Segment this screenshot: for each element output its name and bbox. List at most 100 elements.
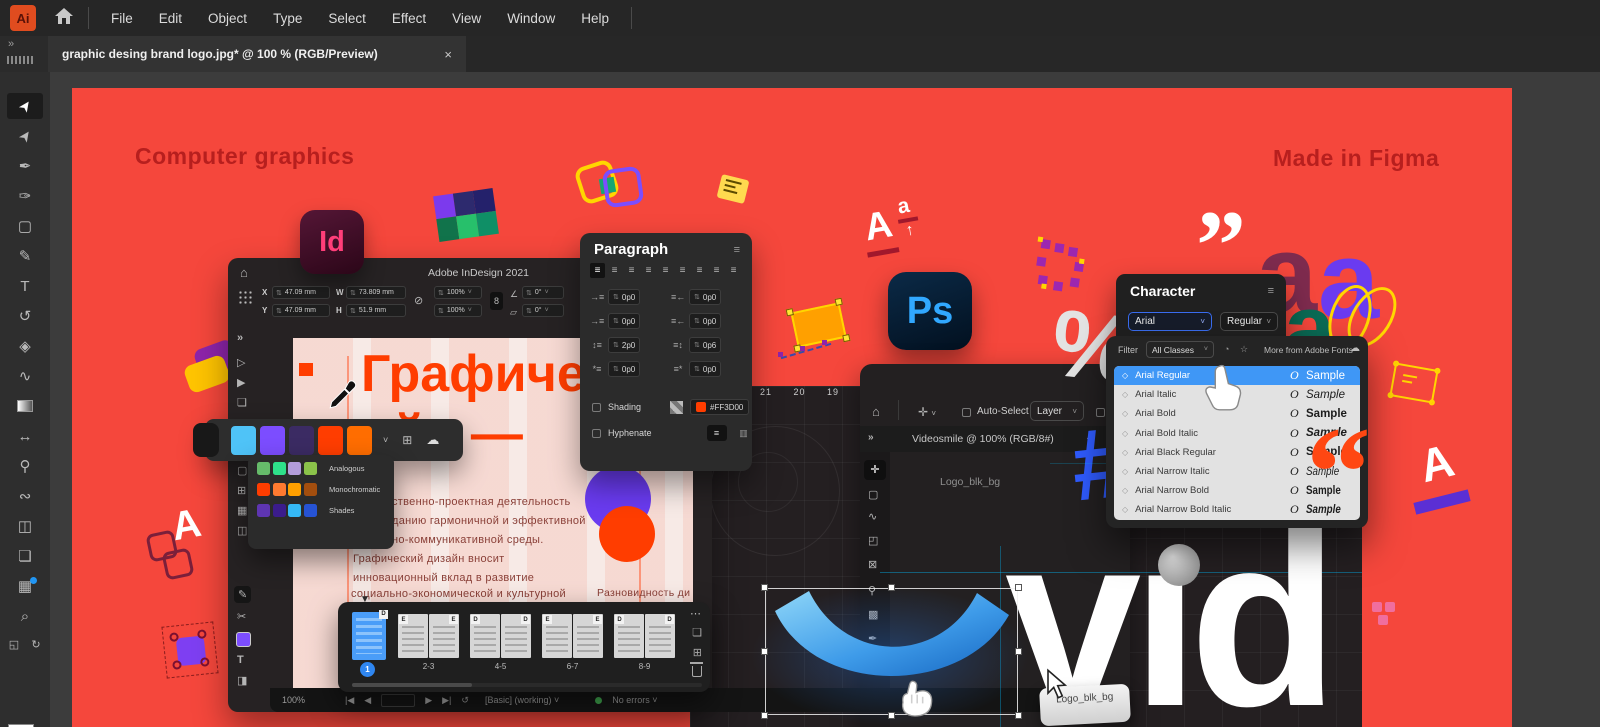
page-number-field[interactable]	[381, 694, 415, 707]
direct-selection-tool-icon[interactable]: ➤	[7, 123, 43, 149]
preflight-errors[interactable]: No errors ˅	[612, 695, 657, 705]
spread-thumbnail-8-9[interactable]: DD8-9	[614, 614, 675, 658]
align-button-9[interactable]: ≡	[726, 263, 741, 278]
menu-item-view[interactable]: View	[452, 11, 481, 26]
align-button-7[interactable]: ≡	[692, 263, 707, 278]
font-family-dropdown[interactable]: Arial˅	[1128, 312, 1212, 331]
shaper-tool-icon[interactable]: ∿	[7, 363, 43, 389]
align-button-3[interactable]: ≡	[624, 263, 639, 278]
swatch-group-analogous[interactable]: Analogous	[257, 462, 394, 475]
paragraph-field-6[interactable]: ≡↕⇅0p6	[671, 337, 742, 353]
align-button-1[interactable]: ≡	[590, 263, 605, 278]
reference-point-icon[interactable]	[238, 290, 253, 305]
ps-pen-tool-icon[interactable]: ✒	[868, 632, 877, 645]
constrain-proportions-icon[interactable]: ⊘	[414, 294, 423, 307]
indesign-type-tool-icon[interactable]: T	[237, 654, 244, 666]
indesign-collapse-icon[interactable]: »	[237, 332, 243, 344]
menu-item-edit[interactable]: Edit	[159, 11, 182, 26]
align-button-4[interactable]: ≡	[641, 263, 656, 278]
indesign-grid-tool-icon[interactable]: ⊞	[237, 484, 246, 497]
photoshop-document-tab[interactable]: Videosmile @ 100% (RGB/8#)	[912, 433, 1054, 445]
photoshop-home-icon[interactable]: ⌂	[872, 404, 880, 419]
paragraph-field-2[interactable]: ≡←⇅0p0	[671, 289, 742, 305]
font-favorite-icon[interactable]: ◇	[1122, 409, 1128, 418]
auto-select-checkbox[interactable]	[962, 408, 971, 417]
document-tab[interactable]: graphic desing brand logo.jpg* @ 100 % (…	[48, 36, 466, 72]
swatch-1[interactable]	[231, 426, 256, 455]
favorites-filter-icon[interactable]: ◔	[1224, 344, 1229, 354]
scale-y-field[interactable]: ⇅100%˅	[434, 304, 482, 317]
spread-thumbnail-4-5[interactable]: DD4-5	[470, 614, 531, 658]
first-page-icon[interactable]: |◀	[345, 695, 354, 706]
zoom-tool-icon[interactable]: ⌕	[7, 603, 43, 629]
paragraph-field-8[interactable]: ≡*⇅0p0	[671, 361, 742, 377]
hyphenate-checkbox[interactable]	[592, 429, 601, 438]
rotation-field[interactable]: ⇅0°˅	[522, 286, 564, 299]
font-favorite-icon[interactable]: ◇	[1122, 467, 1128, 476]
rotate-view-icon[interactable]: ↺	[461, 695, 469, 706]
pages-scrollbar-track[interactable]	[352, 683, 702, 687]
shape-builder-tool-icon[interactable]: ◫	[7, 513, 43, 539]
page-1-thumbnail[interactable]: D 1	[352, 612, 386, 660]
paragraph-field-4[interactable]: ≡←⇅0p0	[671, 313, 742, 329]
eyedropper-tool-icon[interactable]: ⚲	[7, 453, 43, 479]
link-scale-icon[interactable]: 8	[490, 292, 503, 310]
home-icon[interactable]	[54, 7, 74, 30]
eraser-tool-icon[interactable]: ◈	[7, 333, 43, 359]
last-page-icon[interactable]: ▶|	[442, 695, 451, 706]
menu-item-type[interactable]: Type	[273, 11, 302, 26]
indesign-selection-tool-icon[interactable]: ▷	[237, 356, 245, 369]
graph-tool-icon[interactable]: ▦	[7, 573, 43, 599]
align-button-5[interactable]: ≡	[658, 263, 673, 278]
draw-modes-icon[interactable]: ◱	[4, 635, 24, 653]
font-style-dropdown[interactable]: Regular˅	[1220, 312, 1278, 331]
panel-menu-icon[interactable]: ≡	[734, 244, 740, 256]
more-fonts-link[interactable]: More from Adobe Fonts	[1264, 345, 1353, 355]
rotate-view-tool-icon[interactable]: ↻	[26, 635, 46, 653]
spread-thumbnail-2-3[interactable]: EE2-3	[398, 614, 459, 658]
cloud-sync-icon[interactable]: ☁	[426, 432, 439, 448]
indesign-preview-mode-icon[interactable]: ◨	[237, 674, 247, 687]
x-field[interactable]: ⇅47.09 mm	[272, 286, 330, 299]
selection-tool-icon[interactable]: ➤	[7, 93, 43, 119]
duplicate-page-icon[interactable]: ❏	[692, 626, 702, 639]
paintbrush-tool-icon[interactable]: ✎	[7, 243, 43, 269]
preflight-preset[interactable]: [Basic] (working) ˅	[485, 695, 559, 705]
artboard-tool-icon[interactable]: ❏	[7, 543, 43, 569]
shear-field[interactable]: ⇅0°˅	[522, 304, 564, 317]
ps-move-tool-icon[interactable]: ✛	[864, 460, 886, 480]
curvature-tool-icon[interactable]: ✑	[7, 183, 43, 209]
prev-page-icon[interactable]: ◀	[364, 695, 371, 706]
font-favorite-icon[interactable]: ◇	[1122, 429, 1128, 438]
swatch-group-monochromatic[interactable]: Monochromatic	[257, 483, 394, 496]
collapse-icon[interactable]: »	[8, 38, 14, 50]
indesign-table-icon[interactable]: ▦	[237, 504, 247, 517]
next-page-icon[interactable]: ▶	[425, 695, 432, 706]
rotate-tool-icon[interactable]: ↺	[7, 303, 43, 329]
ps-lasso-tool-icon[interactable]: ∿	[868, 510, 877, 523]
classes-dropdown[interactable]: All Classes˅	[1146, 341, 1214, 358]
h-field[interactable]: ⇅51.9 mm	[346, 304, 406, 317]
ps-transform-tool-icon[interactable]: ⊠	[868, 558, 877, 571]
photoshop-collapse-icon[interactable]: »	[868, 432, 874, 443]
font-favorite-icon[interactable]: ◇	[1122, 448, 1128, 457]
shading-color-field[interactable]: #FF3D00	[690, 399, 749, 415]
indesign-page-tool-icon[interactable]: ❏	[237, 396, 247, 409]
align-button-2[interactable]: ≡	[607, 263, 622, 278]
add-page-icon[interactable]: ⊞	[693, 646, 702, 659]
indesign-home-icon[interactable]: ⌂	[240, 265, 248, 280]
paragraph-field-3[interactable]: →≡⇅0p0	[590, 313, 661, 329]
swatch-2[interactable]	[260, 426, 285, 455]
swatch-5[interactable]	[347, 426, 372, 455]
menu-item-window[interactable]: Window	[507, 11, 555, 26]
font-favorite-icon[interactable]: ◇	[1122, 505, 1128, 514]
delete-page-icon[interactable]	[692, 666, 702, 677]
pen-tool-icon[interactable]: ✒	[7, 153, 43, 179]
close-tab-icon[interactable]: ×	[444, 47, 452, 62]
font-favorite-icon[interactable]: ◇	[1122, 486, 1128, 495]
swatch-expand-chevron-icon[interactable]: ˅	[383, 435, 388, 445]
star-filter-icon[interactable]: ☆	[1240, 344, 1248, 355]
shading-checkbox[interactable]	[592, 403, 601, 412]
width-tool-icon[interactable]: ↔	[7, 423, 43, 449]
paragraph-field-7[interactable]: *≡⇅0p0	[590, 361, 661, 377]
